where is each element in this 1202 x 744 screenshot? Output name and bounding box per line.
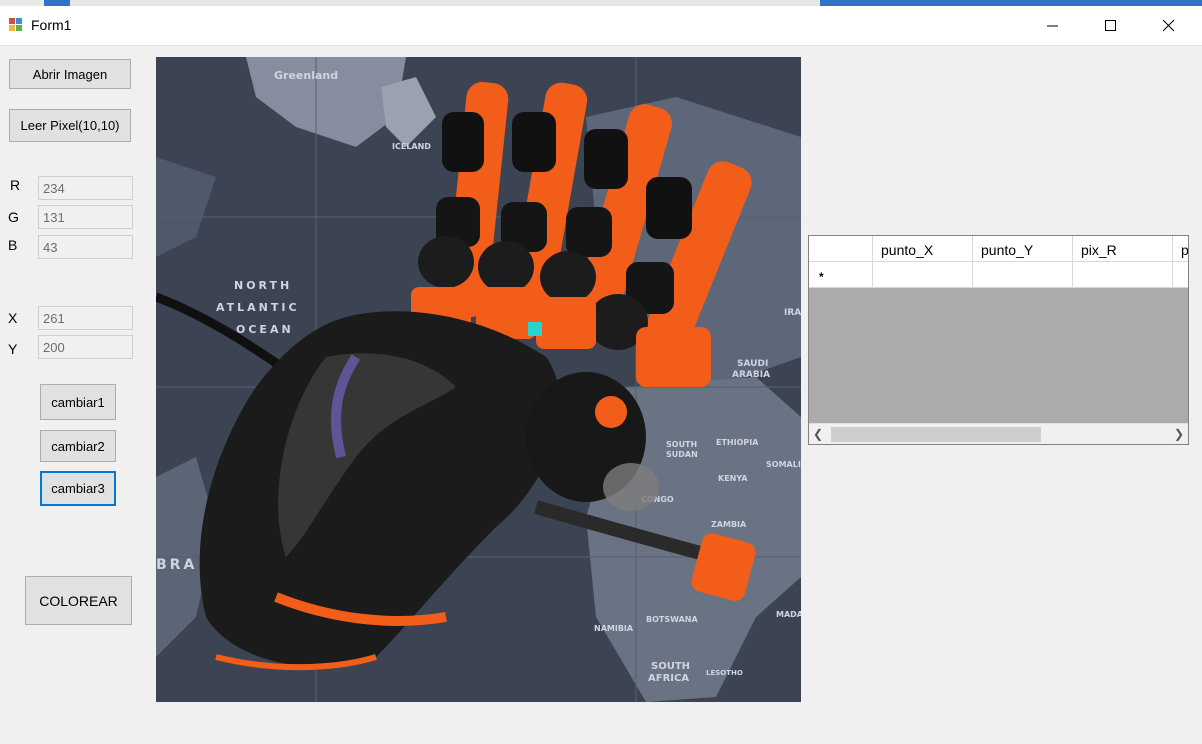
svg-text:SOMALIA: SOMALIA: [766, 460, 801, 469]
cambiar2-button[interactable]: cambiar2: [40, 430, 116, 462]
colorear-button[interactable]: COLOREAR: [25, 576, 132, 625]
g-label: G: [8, 209, 19, 225]
svg-text:BOTSWANA: BOTSWANA: [646, 615, 698, 624]
minimize-icon: [1047, 25, 1058, 27]
svg-text:MADA: MADA: [776, 610, 801, 619]
svg-text:ARABIA: ARABIA: [732, 370, 770, 380]
window-title: Form1: [31, 17, 72, 33]
minimize-button[interactable]: [1024, 6, 1082, 46]
svg-text:ATLANTIC: ATLANTIC: [216, 301, 300, 314]
svg-text:ICELAND: ICELAND: [392, 142, 431, 151]
svg-text:KENYA: KENYA: [718, 474, 748, 483]
row-header-corner: [809, 236, 873, 262]
column-header-punto-x[interactable]: punto_X: [873, 236, 973, 262]
b-value-field[interactable]: 43: [38, 235, 133, 259]
scroll-left-arrow-icon[interactable]: ❮: [809, 425, 827, 443]
r-value-field[interactable]: 234: [38, 176, 133, 200]
column-header-partial[interactable]: p: [1173, 236, 1188, 262]
svg-text:Greenland: Greenland: [274, 69, 338, 82]
picture-box: Greenland ICELAND NORTH ATLANTIC OCEAN S…: [154, 57, 808, 702]
maximize-icon: [1105, 20, 1116, 31]
svg-text:SAUDI: SAUDI: [737, 359, 768, 369]
title-bar: [0, 6, 1202, 46]
open-image-button[interactable]: Abrir Imagen: [9, 59, 131, 89]
svg-text:OCEAN: OCEAN: [236, 323, 294, 336]
maximize-button[interactable]: [1082, 6, 1140, 46]
x-label: X: [8, 310, 18, 326]
scroll-right-arrow-icon[interactable]: ❯: [1170, 425, 1188, 443]
x-value-field[interactable]: 261: [38, 306, 133, 330]
grid-empty-area: [809, 288, 1188, 424]
svg-text:NAMIBIA: NAMIBIA: [594, 624, 634, 633]
svg-text:SOUTH: SOUTH: [666, 440, 697, 449]
svg-text:ETHIOPIA: ETHIOPIA: [716, 438, 759, 447]
column-header-pix-r[interactable]: pix_R: [1073, 236, 1173, 262]
scrollbar-thumb[interactable]: [831, 427, 1041, 442]
svg-text:AFRICA: AFRICA: [648, 673, 689, 684]
robotic-hand-on-world-map-image: Greenland ICELAND NORTH ATLANTIC OCEAN S…: [154, 57, 808, 702]
new-row-cell[interactable]: [973, 262, 1073, 288]
new-row-cell[interactable]: [1073, 262, 1173, 288]
svg-text:ZAMBIA: ZAMBIA: [711, 520, 747, 529]
close-button[interactable]: [1140, 6, 1198, 46]
y-value-field[interactable]: 200: [38, 335, 133, 359]
new-row-marker[interactable]: *: [809, 262, 873, 288]
data-grid[interactable]: punto_X punto_Y pix_R p * ❮ ❯: [808, 235, 1189, 445]
new-row-cell[interactable]: [873, 262, 973, 288]
svg-text:SOUTH: SOUTH: [651, 661, 690, 672]
b-label: B: [8, 237, 18, 253]
svg-text:NORTH: NORTH: [234, 279, 292, 292]
new-row-cell[interactable]: [1173, 262, 1188, 288]
svg-text:SUDAN: SUDAN: [666, 450, 698, 459]
close-icon: [1163, 20, 1175, 32]
svg-text:BRA: BRA: [156, 557, 197, 573]
y-label: Y: [8, 341, 18, 357]
svg-text:IRA: IRA: [784, 308, 801, 318]
cambiar1-button[interactable]: cambiar1: [40, 384, 116, 420]
read-pixel-button[interactable]: Leer Pixel(10,10): [9, 109, 131, 142]
cambiar3-button[interactable]: cambiar3: [40, 471, 116, 506]
form-icon: [8, 17, 24, 33]
horizontal-scrollbar[interactable]: ❮ ❯: [809, 423, 1188, 444]
r-label: R: [10, 177, 21, 193]
g-value-field[interactable]: 131: [38, 205, 133, 229]
svg-text:LESOTHO: LESOTHO: [706, 669, 743, 677]
column-header-punto-y[interactable]: punto_Y: [973, 236, 1073, 262]
